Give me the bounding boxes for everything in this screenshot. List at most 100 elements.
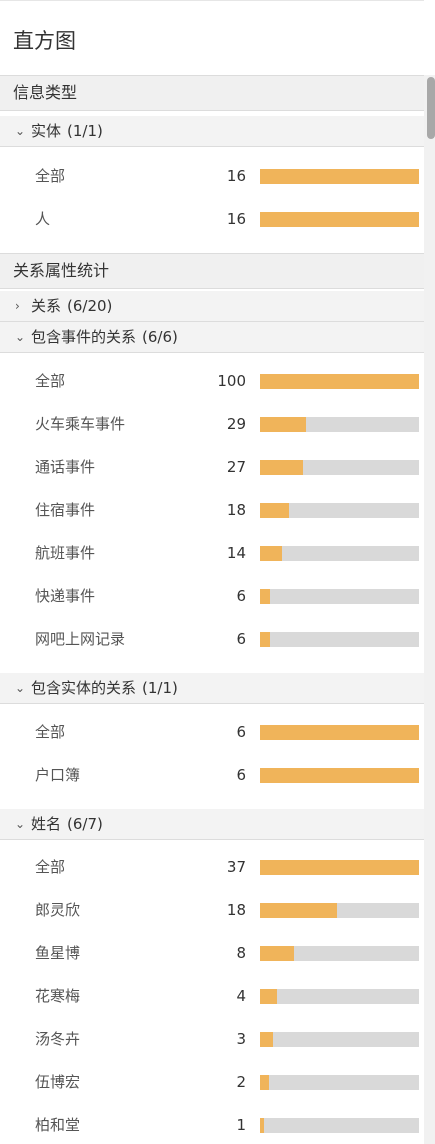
section-count: (1/1) xyxy=(142,679,178,697)
histogram-row[interactable]: 花寒梅 4 xyxy=(0,975,424,1018)
row-label: 伍博宏 xyxy=(35,1073,81,1091)
histogram-row[interactable]: 网吧上网记录 6 xyxy=(0,618,424,661)
row-count: 27 xyxy=(226,458,246,476)
row-count: 18 xyxy=(226,501,246,519)
row-count: 4 xyxy=(236,987,246,1005)
row-count: 1 xyxy=(236,1116,246,1134)
histogram-bar-track xyxy=(260,1032,419,1047)
histogram-row[interactable]: 郎灵欣 18 xyxy=(0,889,424,932)
row-count: 6 xyxy=(236,723,246,741)
histogram-bar-track xyxy=(260,589,419,604)
histogram-bar-fill xyxy=(260,1118,264,1133)
chevron-down-icon: ⌄ xyxy=(15,330,26,344)
row-label: 全部 xyxy=(35,372,66,390)
histogram-row[interactable]: 人 16 xyxy=(0,198,424,241)
histogram-bar-fill xyxy=(260,860,419,875)
histogram-bar-track xyxy=(260,546,419,561)
histogram-bar-fill xyxy=(260,212,419,227)
section-count: (6/20) xyxy=(67,297,113,315)
chevron-down-icon: ⌄ xyxy=(15,681,26,695)
row-count: 14 xyxy=(226,544,246,562)
histogram-bar-track xyxy=(260,1118,419,1133)
histogram-bar-fill xyxy=(260,1032,273,1047)
top-divider xyxy=(0,0,424,1)
row-label: 火车乘车事件 xyxy=(35,415,126,433)
row-count: 6 xyxy=(236,587,246,605)
histogram-row[interactable]: 全部 37 xyxy=(0,846,424,889)
histogram-bar-track xyxy=(260,169,419,184)
histogram-bar-track xyxy=(260,460,419,475)
section-event-relation[interactable]: ⌄ 包含事件的关系 (6/6) xyxy=(0,322,424,353)
section-label: 包含实体的关系 xyxy=(31,679,137,697)
histogram-bar-track xyxy=(260,417,419,432)
histogram-row[interactable]: 航班事件 14 xyxy=(0,532,424,575)
chevron-down-icon: ⌄ xyxy=(15,124,26,138)
histogram-bar-fill xyxy=(260,374,419,389)
histogram-row[interactable]: 全部 100 xyxy=(0,360,424,403)
histogram-bar-track xyxy=(260,725,419,740)
histogram-bar-fill xyxy=(260,503,289,518)
histogram-row[interactable]: 全部 6 xyxy=(0,711,424,754)
header-info-type: 信息类型 xyxy=(0,75,424,111)
histogram-bar-fill xyxy=(260,632,270,647)
histogram-bar-track xyxy=(260,946,419,961)
histogram-bar-track xyxy=(260,212,419,227)
row-count: 2 xyxy=(236,1073,246,1091)
section-entity[interactable]: ⌄ 实体 (1/1) xyxy=(0,116,424,147)
row-count: 6 xyxy=(236,630,246,648)
histogram-bar-fill xyxy=(260,946,294,961)
histogram-bar-track xyxy=(260,860,419,875)
row-label: 户口簿 xyxy=(35,766,81,784)
histogram-row[interactable]: 住宿事件 18 xyxy=(0,489,424,532)
section-label: 关系 xyxy=(31,297,62,315)
histogram-row[interactable]: 伍博宏 2 xyxy=(0,1061,424,1104)
row-label: 住宿事件 xyxy=(35,501,96,519)
histogram-row[interactable]: 柏和堂 1 xyxy=(0,1104,424,1144)
row-count: 3 xyxy=(236,1030,246,1048)
row-label: 通话事件 xyxy=(35,458,96,476)
histogram-bar-track xyxy=(260,1075,419,1090)
row-count: 16 xyxy=(226,167,246,185)
histogram-bar-fill xyxy=(260,460,303,475)
section-label: 包含事件的关系 xyxy=(31,328,137,346)
histogram-bar-fill xyxy=(260,768,419,783)
row-count: 16 xyxy=(226,210,246,228)
row-label: 汤冬卉 xyxy=(35,1030,81,1048)
section-relation[interactable]: › 关系 (6/20) xyxy=(0,291,424,322)
section-entity-relation[interactable]: ⌄ 包含实体的关系 (1/1) xyxy=(0,673,424,704)
row-label: 网吧上网记录 xyxy=(35,630,126,648)
scrollbar-thumb[interactable] xyxy=(427,77,435,139)
row-count: 6 xyxy=(236,766,246,784)
row-count: 18 xyxy=(226,901,246,919)
histogram-bar-fill xyxy=(260,1075,269,1090)
histogram-row[interactable]: 通话事件 27 xyxy=(0,446,424,489)
section-label: 实体 xyxy=(31,122,62,140)
section-label: 姓名 xyxy=(31,815,62,833)
histogram-bar-fill xyxy=(260,725,419,740)
section-count: (6/7) xyxy=(67,815,103,833)
histogram-bar-track xyxy=(260,632,419,647)
row-label: 花寒梅 xyxy=(35,987,81,1005)
row-label: 全部 xyxy=(35,723,66,741)
histogram-bar-fill xyxy=(260,169,419,184)
section-count: (1/1) xyxy=(67,122,103,140)
row-label: 快递事件 xyxy=(35,587,96,605)
histogram-row[interactable]: 鱼星博 8 xyxy=(0,932,424,975)
page-title: 直方图 xyxy=(13,29,76,53)
row-count: 8 xyxy=(236,944,246,962)
scrollbar[interactable] xyxy=(424,75,435,1144)
histogram-bar-track xyxy=(260,989,419,1004)
row-count: 100 xyxy=(217,372,246,390)
histogram-row[interactable]: 全部 16 xyxy=(0,155,424,198)
section-name[interactable]: ⌄ 姓名 (6/7) xyxy=(0,809,424,840)
histogram-row[interactable]: 火车乘车事件 29 xyxy=(0,403,424,446)
histogram-row[interactable]: 户口簿 6 xyxy=(0,754,424,797)
row-label: 航班事件 xyxy=(35,544,96,562)
histogram-bar-fill xyxy=(260,546,282,561)
histogram-row[interactable]: 快递事件 6 xyxy=(0,575,424,618)
histogram-row[interactable]: 汤冬卉 3 xyxy=(0,1018,424,1061)
histogram-bar-track xyxy=(260,374,419,389)
row-count: 37 xyxy=(226,858,246,876)
row-count: 29 xyxy=(226,415,246,433)
histogram-bar-fill xyxy=(260,417,306,432)
